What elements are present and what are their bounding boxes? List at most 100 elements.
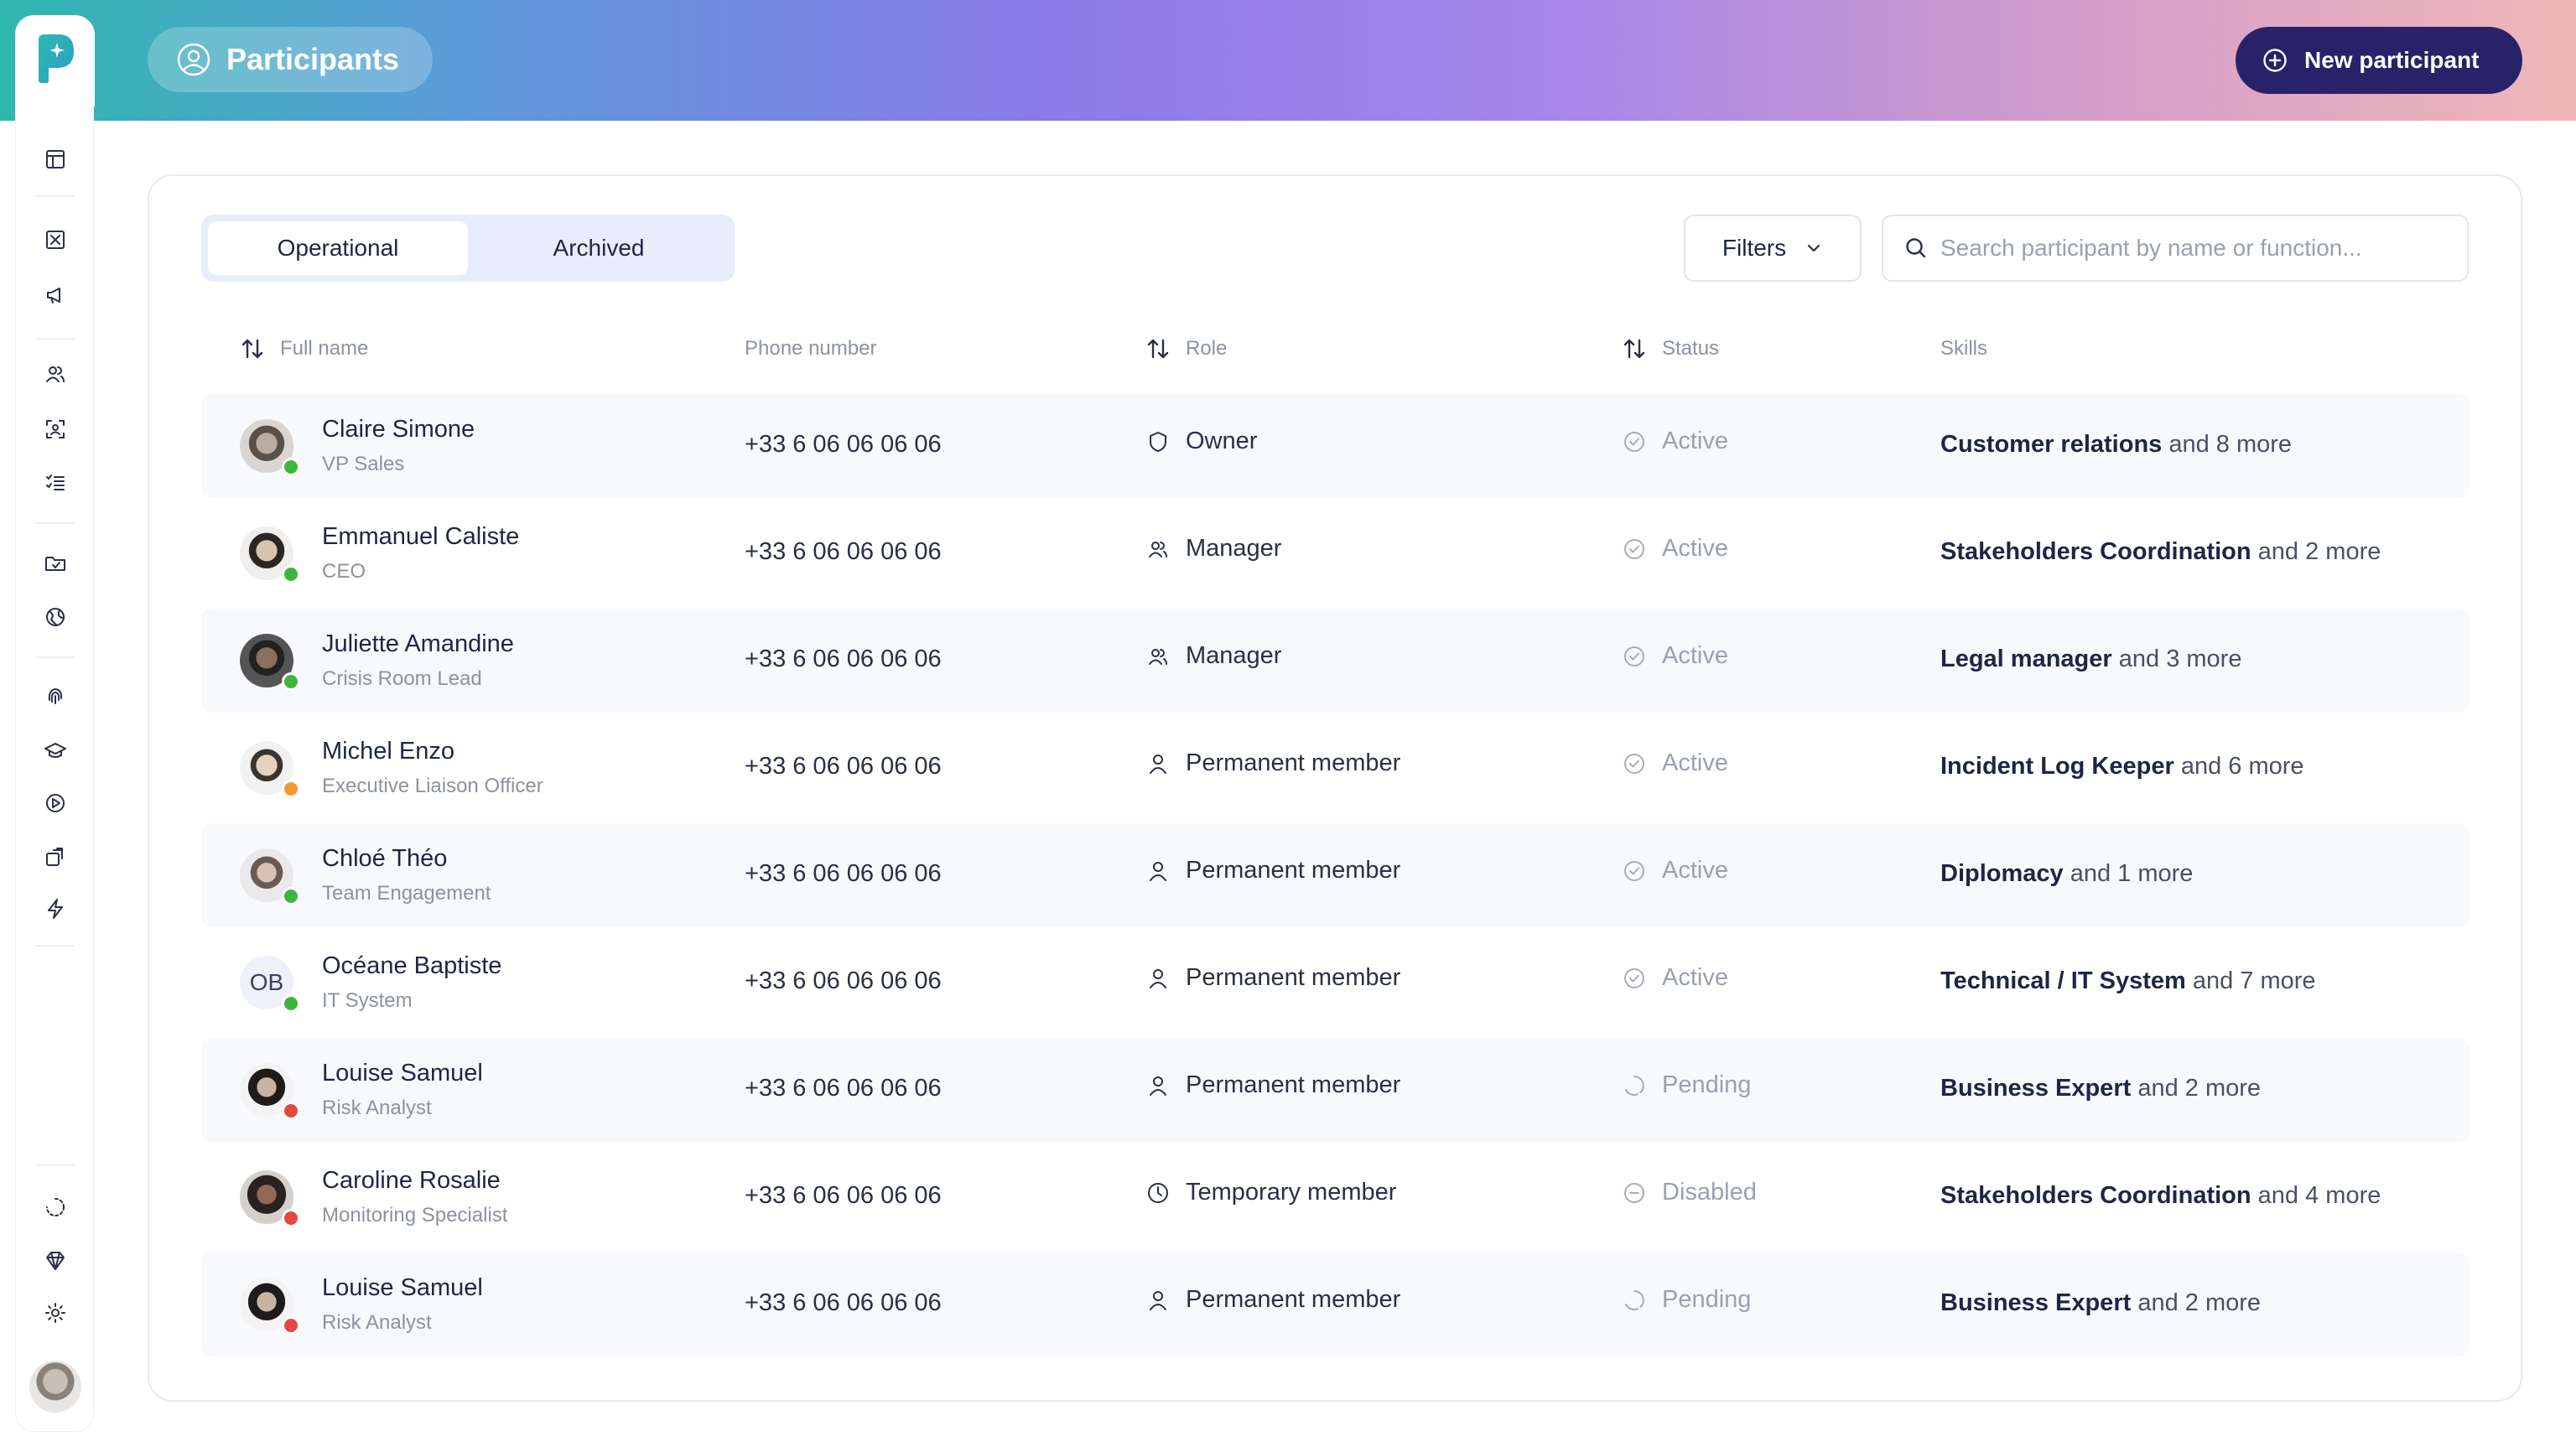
- column-status: Status: [1622, 334, 1719, 364]
- primary-skill: Diplomacy: [1940, 860, 2064, 887]
- sidebar-divider: [36, 522, 75, 524]
- role-label: Permanent member: [1186, 1071, 1401, 1098]
- table-row[interactable]: Chloé Théo Team Engagement +33 6 06 06 0…: [201, 823, 2469, 927]
- participant-skills[interactable]: Diplomacy and 1 more: [1940, 860, 2193, 888]
- column-role: Role: [1145, 334, 1227, 364]
- participant-skills[interactable]: Stakeholders Coordination and 4 more: [1940, 1182, 2381, 1210]
- status-label: Active: [1662, 857, 1728, 884]
- participant-status: Active: [1622, 749, 1728, 777]
- presence-indicator: [282, 1316, 300, 1335]
- tab-archived[interactable]: Archived: [470, 221, 728, 275]
- participant-skills[interactable]: Incident Log Keeper and 6 more: [1940, 753, 2304, 781]
- table-row[interactable]: Claire Simone VP Sales +33 6 06 06 06 06…: [201, 394, 2469, 498]
- sidebar-divider: [36, 945, 75, 947]
- sidebar-item-dashboard[interactable]: [41, 145, 70, 174]
- participant-name[interactable]: Océane Baptiste: [322, 952, 501, 980]
- sidebar-item-loader[interactable]: [41, 1193, 70, 1221]
- table-row[interactable]: Louise Samuel Risk Analyst +33 6 06 06 0…: [201, 1253, 2469, 1356]
- role-label: Permanent member: [1186, 1286, 1401, 1313]
- sidebar-item-users[interactable]: [41, 360, 70, 388]
- avatar-initials: OB: [249, 969, 284, 995]
- presence-indicator: [282, 565, 300, 583]
- status-label: Pending: [1662, 1286, 1752, 1313]
- participant-status: Active: [1622, 535, 1728, 563]
- participant-skills[interactable]: Business Expert and 2 more: [1940, 1289, 2261, 1317]
- primary-skill: Incident Log Keeper: [1940, 753, 2174, 780]
- user-icon: [1150, 861, 1166, 881]
- participant-name[interactable]: Louise Samuel: [322, 1274, 483, 1302]
- role-label: Permanent member: [1186, 964, 1401, 991]
- sort-icon[interactable]: [240, 336, 265, 361]
- table-row[interactable]: Michel Enzo Executive Liaison Officer +3…: [201, 716, 2469, 820]
- search-input[interactable]: [1940, 235, 2444, 262]
- column-skills: Skills: [1940, 334, 1987, 364]
- play-icon: [46, 794, 65, 812]
- table-row[interactable]: Caroline Rosalie Monitoring Specialist +…: [201, 1145, 2469, 1249]
- sidebar-item-checklist[interactable]: [41, 469, 70, 497]
- table-row[interactable]: OB Océane Baptiste IT System +33 6 06 06…: [201, 931, 2469, 1035]
- page-title-pill: Participants: [148, 27, 433, 92]
- participant-name[interactable]: Louise Samuel: [322, 1060, 483, 1087]
- sidebar-item-scan-face[interactable]: [41, 415, 70, 443]
- new-participant-button[interactable]: New participant: [2236, 27, 2522, 94]
- role-label: Temporary member: [1186, 1179, 1397, 1206]
- sidebar-item-fingerprint[interactable]: [41, 682, 70, 710]
- sidebar-item-diamond[interactable]: [41, 1247, 70, 1275]
- participant-role: Manager: [1145, 535, 1281, 563]
- sidebar-item-settings[interactable]: [41, 1299, 70, 1327]
- tab-operational[interactable]: Operational: [208, 221, 468, 275]
- settings-icon: [45, 1303, 65, 1323]
- dashboard-icon: [46, 150, 65, 169]
- sidebar-item-graduation-cap[interactable]: [41, 737, 70, 765]
- sort-icon[interactable]: [1145, 336, 1171, 361]
- participant-skills[interactable]: Technical / IT System and 7 more: [1940, 967, 2316, 995]
- sort-icon[interactable]: [1622, 336, 1647, 361]
- participant-phone: +33 6 06 06 06 06: [745, 753, 942, 780]
- filters-button[interactable]: Filters: [1684, 215, 1862, 282]
- sidebar-divider: [36, 656, 75, 658]
- role-label: Permanent member: [1186, 857, 1401, 884]
- participant-name[interactable]: Caroline Rosalie: [322, 1167, 501, 1195]
- participant-name[interactable]: Emmanuel Caliste: [322, 523, 519, 551]
- participant-role: Permanent member: [1145, 1071, 1400, 1099]
- plus-circle-icon: [2263, 49, 2287, 72]
- sidebar-item-share[interactable]: [41, 843, 70, 871]
- participant-status: Active: [1622, 428, 1728, 455]
- role-label: Owner: [1186, 428, 1258, 454]
- participant-name[interactable]: Michel Enzo: [322, 738, 454, 765]
- presence-indicator: [282, 887, 300, 905]
- sidebar-item-megaphone[interactable]: [41, 281, 70, 309]
- check-circle-icon: [1624, 538, 1644, 559]
- app-logo[interactable]: [16, 16, 95, 106]
- participant-name[interactable]: Juliette Amandine: [322, 630, 514, 658]
- table-row[interactable]: Juliette Amandine Crisis Room Lead +33 6…: [201, 609, 2469, 713]
- sidebar-item-globe[interactable]: [41, 603, 70, 631]
- user-avatar[interactable]: [29, 1361, 81, 1413]
- table-row[interactable]: Louise Samuel Risk Analyst +33 6 06 06 0…: [201, 1038, 2469, 1142]
- table-row[interactable]: Emmanuel Caliste CEO +33 6 06 06 06 06 M…: [201, 501, 2469, 605]
- search-icon: [1906, 238, 1926, 258]
- sidebar-item-folder[interactable]: [41, 549, 70, 578]
- sidebar-item-play[interactable]: [41, 789, 70, 817]
- participant-skills[interactable]: Business Expert and 2 more: [1940, 1075, 2261, 1102]
- role-label: Manager: [1186, 642, 1282, 669]
- sidebar-item-incident[interactable]: [41, 226, 70, 254]
- participant-function: Team Engagement: [322, 882, 491, 905]
- more-skills: and 6 more: [2180, 753, 2304, 780]
- participant-phone: +33 6 06 06 06 06: [745, 860, 942, 887]
- more-skills: and 8 more: [2168, 431, 2293, 458]
- presence-indicator: [282, 458, 300, 476]
- participant-skills[interactable]: Stakeholders Coordination and 2 more: [1940, 538, 2381, 566]
- participant-skills[interactable]: Customer relations and 8 more: [1940, 431, 2292, 459]
- participant-skills[interactable]: Legal manager and 3 more: [1940, 646, 2241, 673]
- participant-name[interactable]: Chloé Théo: [322, 845, 447, 873]
- column-skills-label: Skills: [1940, 337, 1988, 360]
- participant-name[interactable]: Claire Simone: [322, 416, 475, 443]
- sidebar-item-lightning[interactable]: [41, 895, 70, 923]
- participant-role: Permanent member: [1145, 857, 1400, 884]
- participant-status: Pending: [1622, 1286, 1751, 1314]
- search-box: [1882, 215, 2469, 282]
- sidebar: [15, 15, 95, 1432]
- participant-phone: +33 6 06 06 06 06: [745, 431, 942, 458]
- user-icon: [1150, 1290, 1166, 1310]
